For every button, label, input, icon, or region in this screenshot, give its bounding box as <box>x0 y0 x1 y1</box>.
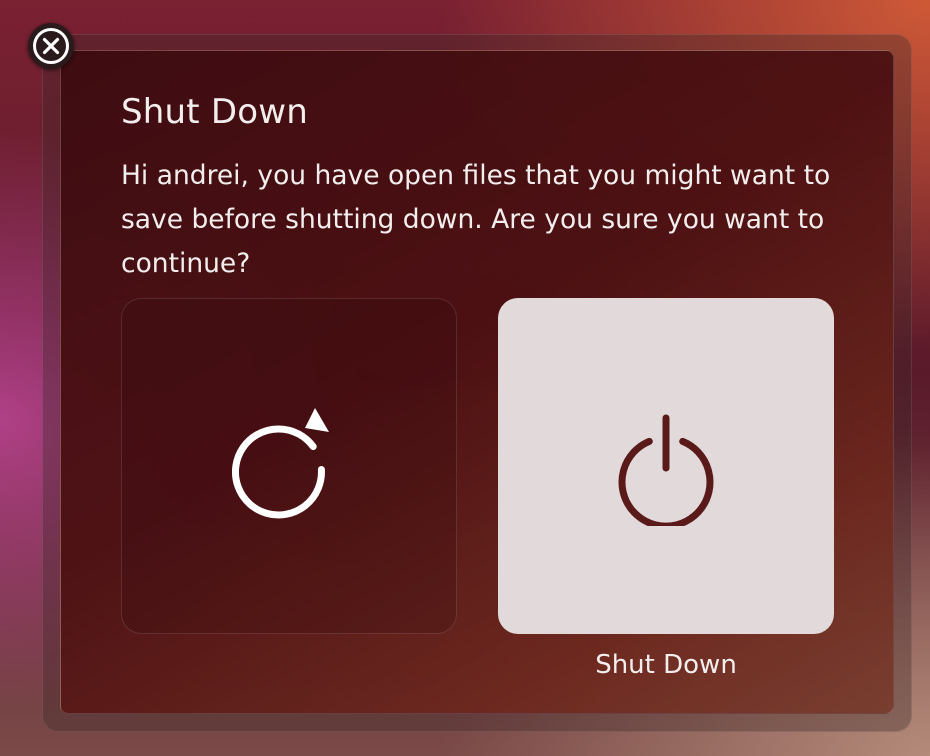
shutdown-label: Shut Down <box>595 650 737 680</box>
close-icon <box>33 28 69 64</box>
restart-button[interactable] <box>121 298 457 634</box>
power-icon <box>618 414 714 526</box>
restart-icon <box>231 408 329 519</box>
dialog-message: Hi andrei, you have open files that you … <box>121 160 831 279</box>
shutdown-button[interactable] <box>498 298 834 634</box>
dialog-title: Shut Down <box>121 92 308 132</box>
close-button[interactable] <box>28 23 74 69</box>
